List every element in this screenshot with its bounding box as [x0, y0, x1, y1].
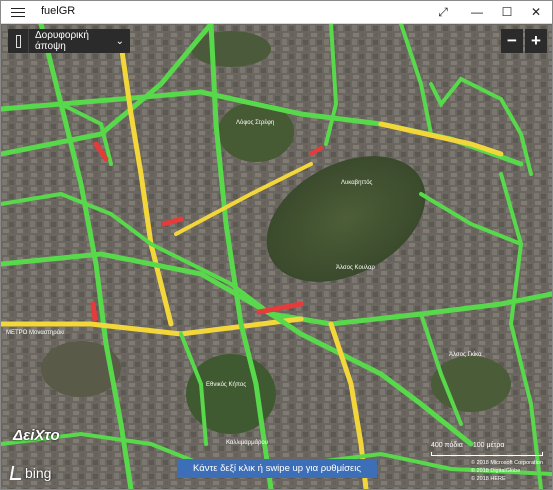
chevron-down-icon: ⌄ — [115, 35, 124, 47]
map-label: Εθνικός Κήπος — [206, 381, 246, 388]
map-label: Άλσος Κουλαρ — [336, 265, 375, 271]
map-scale: 400 πόδια 100 μέτρα — [431, 442, 504, 449]
map-label: ΜΕΤΡΟ Μοναστηράκι — [6, 329, 65, 336]
scale-bar — [431, 452, 543, 456]
map-label: Καλλιμαρμάρου — [226, 439, 268, 446]
zoom-in-button[interactable]: + — [525, 29, 547, 53]
restore-fullscreen-icon[interactable]: ⤢ — [426, 1, 460, 23]
bing-logo: bing — [9, 465, 52, 481]
brand-logo: ΔεiΧτο — [13, 427, 60, 444]
map-layer-icon — [8, 29, 29, 53]
map-label: Λυκαβηττός — [341, 179, 373, 186]
zoom-out-button[interactable]: − — [501, 29, 523, 53]
close-button[interactable]: ✕ — [519, 1, 552, 23]
map-canvas[interactable]: Λυκαβηττός Άλσος Γκίκα ΜΕΤΡΟ Μοναστηράκι… — [1, 24, 552, 489]
map-label: Άλσος Γκίκα — [449, 352, 482, 358]
title-bar: fuelGR ⤢ — ☐ ✕ — [1, 1, 552, 24]
scale-feet: 400 πόδια — [431, 442, 463, 449]
scale-meters: 100 μέτρα — [472, 442, 505, 449]
minimize-button[interactable]: — — [460, 1, 494, 23]
bing-label: bing — [25, 465, 52, 481]
copyright-line: © 2018 HERE — [471, 476, 506, 482]
settings-hint-banner[interactable]: Κάντε δεξί κλικ ή swipe up για ρυθμίσεις — [177, 459, 377, 478]
copyright-line: © 2018 Microsoft Corporation — [471, 460, 543, 466]
app-title: fuelGR — [41, 5, 76, 17]
copyright-line: © 2018 DigitalGlobe — [471, 468, 521, 474]
map-copyright: © 2018 Microsoft Corporation © 2018 Digi… — [471, 459, 551, 483]
map-style-dropdown[interactable]: Δορυφορική άποψη ⌄ — [8, 29, 130, 53]
hamburger-menu-icon[interactable] — [11, 5, 25, 19]
satellite-map[interactable]: Λυκαβηττός Άλσος Γκίκα ΜΕΤΡΟ Μοναστηράκι… — [1, 24, 552, 489]
map-label: Λόφος Στρέφη — [236, 119, 274, 126]
bing-icon — [9, 466, 24, 480]
app-window: fuelGR ⤢ — ☐ ✕ Λυκαβηττός Άλσος Γκίκα ΜΕ… — [0, 0, 553, 490]
map-style-label: Δορυφορική άποψη — [35, 30, 89, 52]
